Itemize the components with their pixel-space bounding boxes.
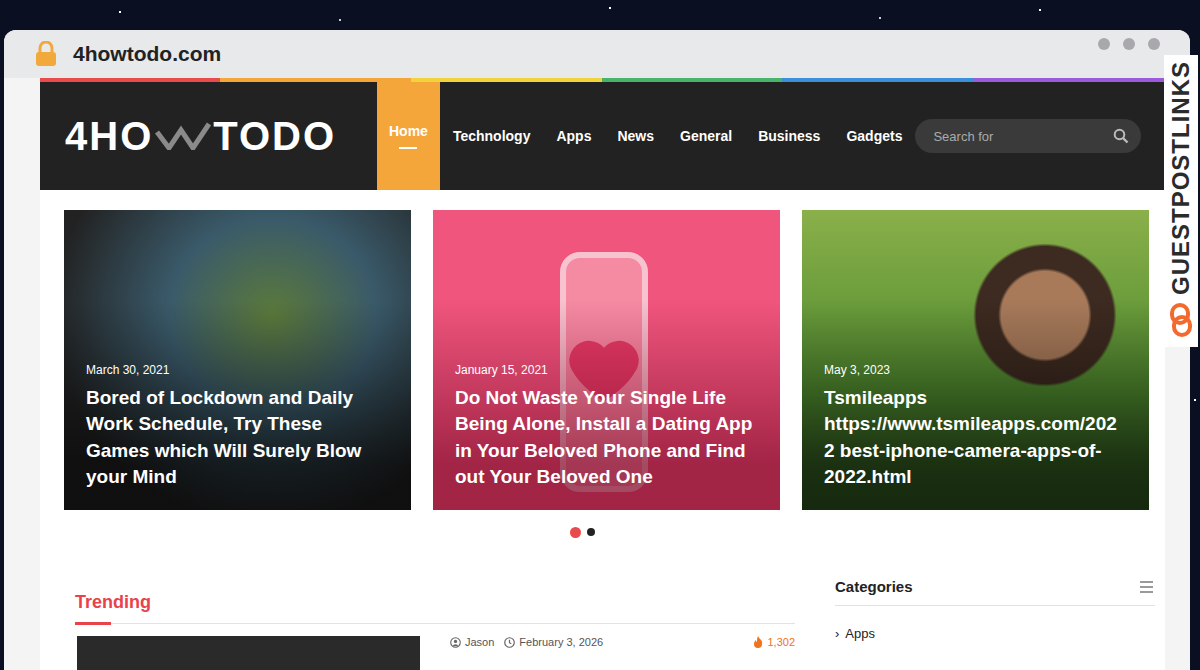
logo-check-icon — [155, 122, 211, 150]
trending-post[interactable]: Jason February 3, 2026 1,302 — [75, 636, 795, 670]
nav-item[interactable]: General — [667, 82, 745, 190]
logo-text: TODO — [213, 114, 336, 159]
fire-icon — [753, 636, 763, 648]
card-overlay: January 15, 2021 Do Not Waste Your Singl… — [433, 210, 780, 510]
main-nav: Home Technology Apps News General Busine… — [377, 82, 915, 190]
post-date: February 3, 2026 — [504, 636, 603, 648]
logo[interactable]: 4HO TODO — [65, 82, 377, 190]
page-content: 4HO TODO Home Technology Apps News Gener… — [4, 78, 1190, 670]
slider: March 30, 2021 Bored of Lockdown and Dai… — [40, 190, 1165, 510]
active-underline — [399, 147, 417, 149]
sidebar-header: Categories — [835, 578, 1155, 606]
clock-icon — [504, 637, 515, 648]
category-item[interactable]: ›Apps — [835, 626, 1155, 641]
nav-item[interactable]: Gadgets — [833, 82, 915, 190]
sidebar-title: Categories — [835, 578, 913, 595]
post-views: 1,302 — [753, 636, 795, 648]
lock-icon — [35, 41, 57, 67]
card-title[interactable]: Bored of Lockdown and Daily Work Schedul… — [86, 385, 389, 490]
nav-item[interactable]: Technology — [440, 82, 544, 190]
window-dot[interactable] — [1148, 38, 1160, 50]
watermark: GUESTPOSTLINKS — [1164, 55, 1198, 347]
card-date: May 3, 2023 — [824, 363, 1127, 377]
menu-icon[interactable] — [1140, 581, 1153, 593]
slider-dots — [40, 528, 1165, 538]
slider-dot[interactable] — [587, 528, 595, 536]
window-controls — [1098, 38, 1160, 50]
card-title[interactable]: Do Not Waste Your Single Life Being Alon… — [455, 385, 758, 490]
card-date: January 15, 2021 — [455, 363, 758, 377]
site: 4HO TODO Home Technology Apps News Gener… — [40, 78, 1165, 670]
slider-dot[interactable] — [570, 527, 581, 538]
card-overlay: May 3, 2023 Tsmileapps https://www.tsmil… — [802, 210, 1149, 510]
address-text[interactable]: 4howtodo.com — [73, 42, 221, 66]
card-overlay: March 30, 2021 Bored of Lockdown and Dai… — [64, 210, 411, 510]
slider-card[interactable]: March 30, 2021 Bored of Lockdown and Dai… — [64, 210, 411, 510]
post-image[interactable] — [77, 636, 420, 670]
user-icon — [450, 637, 461, 648]
nav-item[interactable]: Home — [377, 82, 440, 190]
nav-item[interactable]: News — [604, 82, 667, 190]
search-icon[interactable] — [1113, 128, 1129, 144]
watermark-text: GUESTPOSTLINKS — [1167, 61, 1195, 295]
card-title[interactable]: Tsmileapps https://www.tsmileapps.com/20… — [824, 385, 1127, 490]
section-title: Trending — [75, 592, 795, 613]
browser-window: 4howtodo.com 4HO TODO Home Technology Ap… — [4, 30, 1190, 670]
screen: 4howtodo.com 4HO TODO Home Technology Ap… — [0, 0, 1200, 670]
main-area: Trending Jason February 3, 2026 1,302 Ca… — [40, 538, 1165, 670]
slider-card[interactable]: January 15, 2021 Do Not Waste Your Singl… — [433, 210, 780, 510]
trending-section: Trending Jason February 3, 2026 1,302 — [75, 578, 795, 670]
search-field[interactable]: Search for — [915, 119, 1141, 153]
post-author[interactable]: Jason — [450, 636, 494, 648]
site-header: 4HO TODO Home Technology Apps News Gener… — [40, 82, 1165, 190]
address-bar: 4howtodo.com — [4, 30, 1190, 78]
sidebar: Categories ›Apps — [835, 578, 1155, 670]
card-date: March 30, 2021 — [86, 363, 389, 377]
category-list: ›Apps — [835, 606, 1155, 641]
nav-item[interactable]: Business — [745, 82, 833, 190]
slider-card[interactable]: May 3, 2023 Tsmileapps https://www.tsmil… — [802, 210, 1149, 510]
link-icon — [1169, 303, 1193, 337]
logo-text: 4HO — [65, 114, 153, 159]
post-meta: Jason February 3, 2026 1,302 — [450, 636, 795, 670]
window-dot[interactable] — [1123, 38, 1135, 50]
nav-item[interactable]: Apps — [543, 82, 604, 190]
window-dot[interactable] — [1098, 38, 1110, 50]
section-divider — [75, 623, 795, 624]
